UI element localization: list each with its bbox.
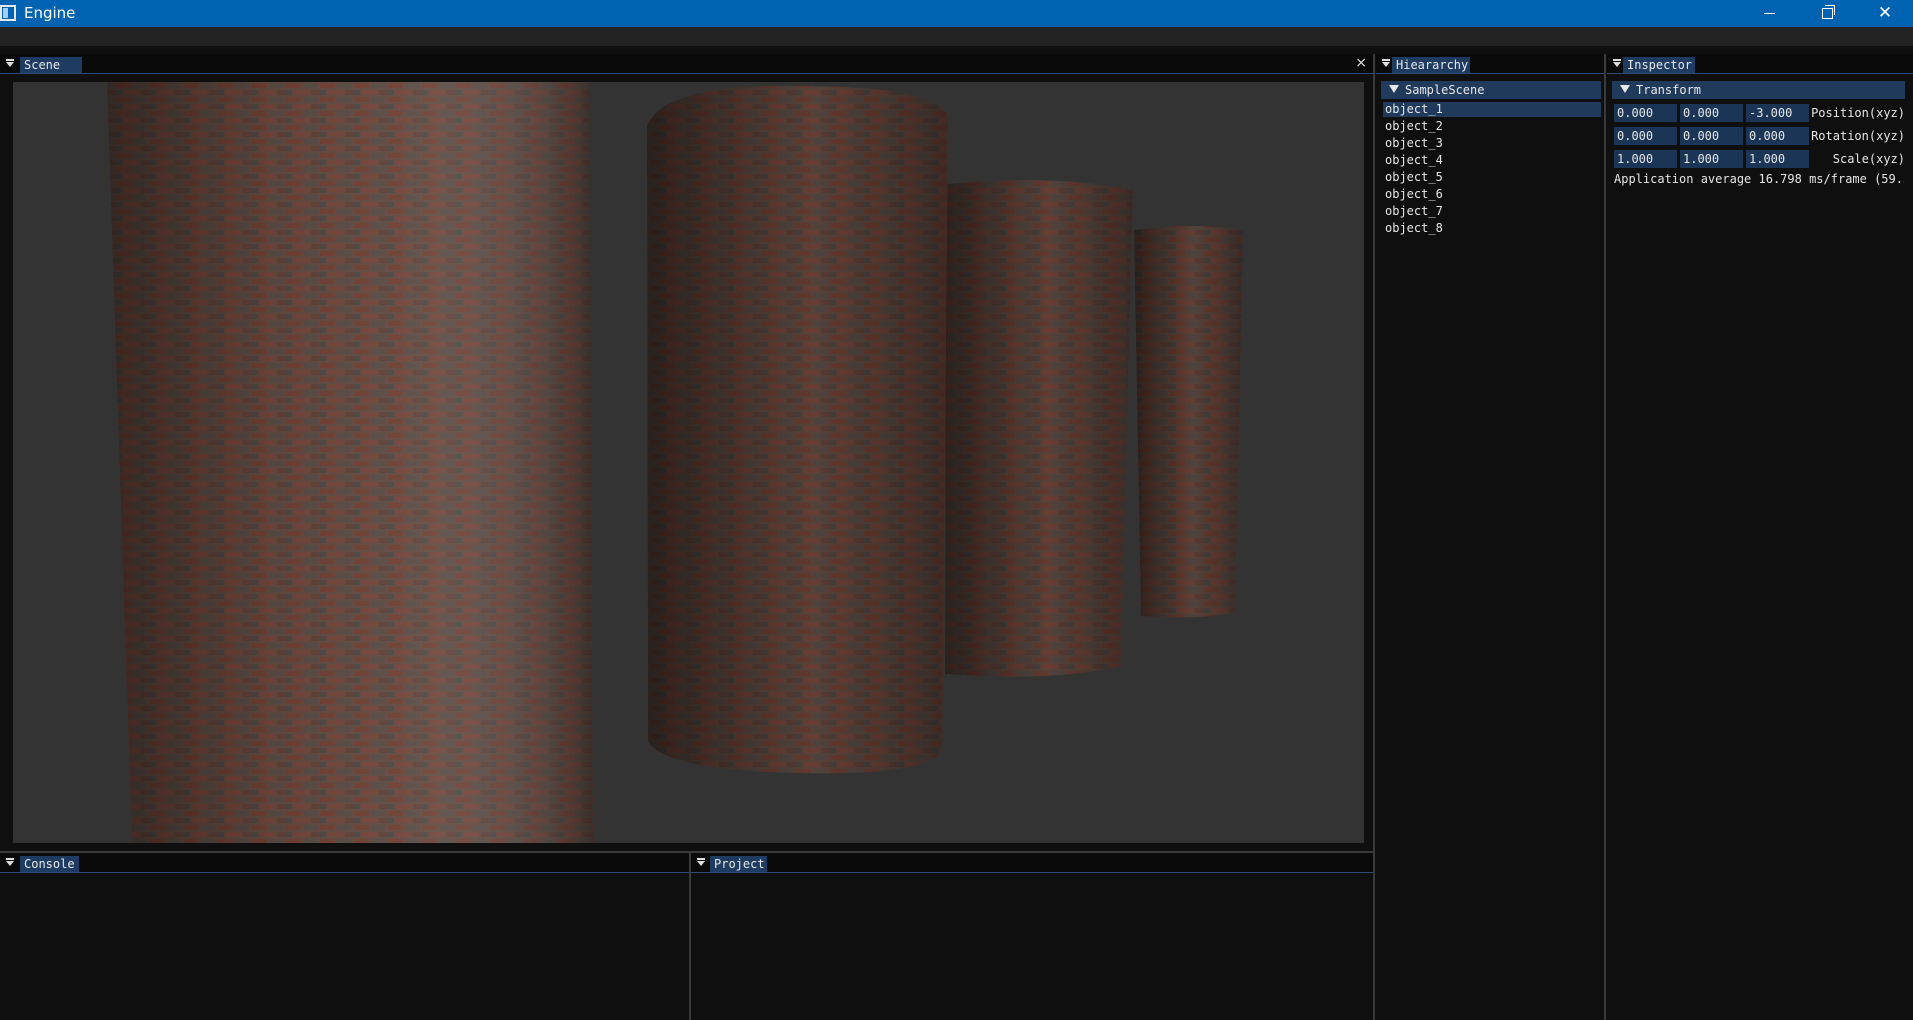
minimize-button[interactable]: [1740, 0, 1798, 27]
console-panel: Console: [0, 853, 689, 1020]
tree-item-object-7[interactable]: object_7: [1383, 204, 1601, 219]
tab-console[interactable]: Console: [20, 856, 79, 872]
scale-y-input[interactable]: 1.000: [1680, 150, 1743, 168]
app-icon: [0, 5, 16, 21]
tree-item-object-4[interactable]: object_4: [1383, 153, 1601, 168]
tab-hierarchy[interactable]: Hieararchy: [1392, 57, 1470, 73]
frame-stats-text: Application average 16.798 ms/frame (59.…: [1614, 172, 1904, 186]
inspector-panel-menu-icon[interactable]: [1611, 57, 1623, 70]
position-label: Position(xyz): [1811, 106, 1905, 120]
tree-item-object-6[interactable]: object_6: [1383, 187, 1601, 202]
scene-render: [107, 82, 1243, 843]
tab-scene[interactable]: Scene: [20, 57, 82, 73]
tree-item-object-2[interactable]: object_2: [1383, 119, 1601, 134]
scene-close-button[interactable]: ×: [1355, 55, 1367, 71]
menu-bar: [0, 27, 1913, 46]
maximize-button[interactable]: [1798, 0, 1856, 27]
transform-section-header[interactable]: Transform: [1612, 81, 1905, 99]
panel-splitter[interactable]: [689, 853, 691, 1020]
panel-splitter[interactable]: [1373, 54, 1375, 1020]
scene-viewport[interactable]: [13, 82, 1364, 843]
hierarchy-panel-menu-icon[interactable]: [1380, 57, 1392, 70]
tree-item-object-3[interactable]: object_3: [1383, 136, 1601, 151]
rotation-y-input[interactable]: 0.000: [1680, 127, 1743, 145]
minimize-icon: [1763, 13, 1775, 14]
cylinder-object-3: [945, 180, 1133, 677]
title-bar: Engine ✕: [0, 0, 1913, 27]
hierarchy-tabbar: Hieararchy: [1376, 54, 1604, 74]
tree-item-object-5[interactable]: object_5: [1383, 170, 1601, 185]
scale-x-input[interactable]: 1.000: [1614, 150, 1677, 168]
scene-root-label: SampleScene: [1405, 83, 1485, 97]
expand-arrow-icon: [1620, 85, 1630, 93]
position-x-input[interactable]: 0.000: [1614, 104, 1677, 122]
panel-splitter[interactable]: [1604, 54, 1606, 1020]
tab-project[interactable]: Project: [710, 856, 767, 872]
rotation-x-input[interactable]: 0.000: [1614, 127, 1677, 145]
scene-root-node[interactable]: SampleScene: [1381, 81, 1601, 99]
close-window-button[interactable]: ✕: [1856, 0, 1913, 27]
cylinder-object-2: [647, 85, 948, 774]
cylinder-object-4: [1134, 226, 1243, 618]
cylinder-object-1: [107, 82, 593, 843]
tree-item-object-1[interactable]: object_1: [1383, 102, 1601, 117]
window-title: Engine: [24, 4, 76, 22]
panel-splitter-horizontal[interactable]: [0, 851, 1373, 853]
tab-inspector[interactable]: Inspector: [1623, 57, 1695, 73]
scale-label: Scale(xyz): [1832, 152, 1905, 166]
console-panel-menu-icon[interactable]: [4, 856, 16, 869]
rotation-label: Rotation(xyz): [1811, 129, 1905, 143]
project-panel: Project: [691, 853, 1373, 1020]
scene-tabbar: Scene ×: [0, 54, 1373, 74]
console-tabbar: Console: [0, 853, 689, 873]
project-panel-menu-icon[interactable]: [695, 856, 707, 869]
tree-item-object-8[interactable]: object_8: [1383, 221, 1601, 236]
inspector-panel: Inspector: [1607, 54, 1913, 1020]
position-y-input[interactable]: 0.000: [1680, 104, 1743, 122]
expand-arrow-icon: [1389, 85, 1399, 93]
transform-section-label: Transform: [1636, 83, 1702, 97]
inspector-tabbar: Inspector: [1607, 54, 1913, 74]
scene-panel-menu-icon[interactable]: [4, 57, 16, 70]
close-icon: ✕: [1877, 3, 1893, 23]
project-tabbar: Project: [691, 853, 1373, 873]
restore-icon: [1821, 5, 1835, 19]
